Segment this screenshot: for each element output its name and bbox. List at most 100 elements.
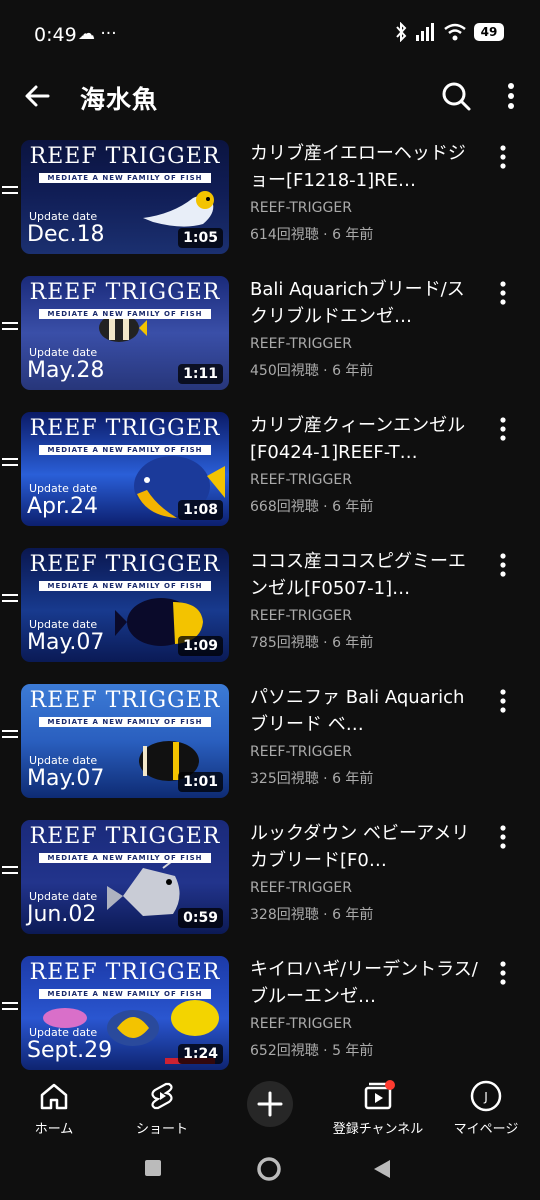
video-metadata: Bali Aquarichブリード/スクリブルドエンゼ… REEF-TRIGGE… [250,276,480,380]
svg-text:J: J [483,1090,488,1104]
video-duration-badge: 1:08 [178,500,223,520]
video-duration-badge: 0:59 [178,908,223,928]
video-more-options-icon[interactable] [494,688,512,714]
drag-handle-icon[interactable] [2,1002,18,1012]
video-duration-badge: 1:09 [178,636,223,656]
video-thumbnail[interactable]: REEF TRIGGER MEDIATE A NEW FAMILY OF FIS… [21,276,229,390]
video-title[interactable]: ココス産ココスピグミーエンゼル[F0507-1]… [250,548,480,602]
video-more-options-icon[interactable] [494,552,512,578]
video-list-item[interactable]: REEF TRIGGER MEDIATE A NEW FAMILY OF FIS… [0,274,540,392]
video-list-item[interactable]: REEF TRIGGER MEDIATE A NEW FAMILY OF FIS… [0,138,540,256]
video-duration-badge: 1:11 [178,364,223,384]
thumbnail-subtitle-text: MEDIATE A NEW FAMILY OF FISH [39,173,211,183]
thumbnail-brand-text: REEF TRIGGER [29,824,221,849]
battery-indicator: 49 [474,23,504,41]
video-more-options-icon[interactable] [494,960,512,986]
nav-you-label: マイページ [453,1122,519,1137]
video-stats: 450回視聴 · 6 年前 [250,363,374,379]
video-list-item[interactable]: REEF TRIGGER MEDIATE A NEW FAMILY OF FIS… [0,682,540,800]
nav-subscriptions[interactable]: 登録チャンネル [328,1080,428,1137]
video-list-item[interactable]: REEF TRIGGER MEDIATE A NEW FAMILY OF FIS… [0,954,540,1072]
video-metadata: キイロハギ/リーデントラス/ブルーエンゼ… REEF-TRIGGER 652回視… [250,956,480,1060]
system-navigation-bar [0,1142,540,1200]
thumbnail-date: May.07 [27,766,105,791]
channel-name: REEF-TRIGGER [250,608,352,624]
shorts-icon [151,1082,173,1110]
video-metadata: ルックダウン ベビーアメリカブリード[F0… REEF-TRIGGER 328回… [250,820,480,924]
video-stats: 614回視聴 · 6 年前 [250,227,374,243]
video-more-options-icon[interactable] [494,144,512,170]
channel-name: REEF-TRIGGER [250,1016,352,1032]
home-icon [40,1083,68,1110]
nav-shorts-label: ショート [135,1122,188,1137]
video-list-item[interactable]: REEF TRIGGER MEDIATE A NEW FAMILY OF FIS… [0,410,540,528]
more-options-icon[interactable] [496,78,526,114]
thumbnail-date: Sept.29 [27,1038,113,1063]
video-title[interactable]: パソニファ Bali Aquarichブリード ベ… [250,684,480,738]
thumbnail-brand-text: REEF TRIGGER [29,416,221,441]
nav-home-label: ホーム [34,1122,74,1137]
back-arrow-icon[interactable] [20,78,56,114]
drag-handle-icon[interactable] [2,866,18,876]
system-back-icon[interactable] [372,1158,392,1180]
drag-handle-icon[interactable] [2,730,18,740]
video-metadata: ココス産ココスピグミーエンゼル[F0507-1]… REEF-TRIGGER 7… [250,548,480,652]
thumbnail-date: May.07 [27,630,105,655]
thumbnail-subtitle-text: MEDIATE A NEW FAMILY OF FISH [39,717,211,727]
video-more-options-icon[interactable] [494,280,512,306]
channel-name: REEF-TRIGGER [250,744,352,760]
video-title[interactable]: キイロハギ/リーデントラス/ブルーエンゼ… [250,956,480,1010]
avatar-icon: J [470,1080,502,1112]
thumbnail-brand-text: REEF TRIGGER [29,688,221,713]
video-thumbnail[interactable]: REEF TRIGGER MEDIATE A NEW FAMILY OF FIS… [21,140,229,254]
nav-home[interactable]: ホーム [4,1080,104,1137]
status-right-icons: 49 [394,22,504,42]
thumbnail-date: Apr.24 [27,494,99,519]
video-title[interactable]: ルックダウン ベビーアメリカブリード[F0… [250,820,480,874]
thumbnail-brand-text: REEF TRIGGER [29,280,221,305]
nav-subscriptions-label: 登録チャンネル [332,1122,424,1137]
video-title[interactable]: カリブ産クィーンエンゼル[F0424-1]REEF-T… [250,412,480,466]
video-stats: 785回視聴 · 6 年前 [250,635,374,651]
home-circle-icon[interactable] [256,1156,282,1182]
video-title[interactable]: カリブ産イエローヘッドジョー[F1218-1]RE… [250,140,480,194]
drag-handle-icon[interactable] [2,594,18,604]
channel-name: REEF-TRIGGER [250,336,352,352]
video-stats: 325回視聴 · 6 年前 [250,771,374,787]
status-notification-icons: ☁ ··· [78,24,117,44]
status-time: 0:49 [34,24,77,46]
video-stats: 652回視聴 · 5 年前 [250,1043,374,1059]
nav-create[interactable] [220,1080,320,1132]
video-list-item[interactable]: REEF TRIGGER MEDIATE A NEW FAMILY OF FIS… [0,546,540,664]
video-thumbnail[interactable]: REEF TRIGGER MEDIATE A NEW FAMILY OF FIS… [21,956,229,1070]
video-stats: 328回視聴 · 6 年前 [250,907,374,923]
video-thumbnail[interactable]: REEF TRIGGER MEDIATE A NEW FAMILY OF FIS… [21,412,229,526]
video-list-item[interactable]: REEF TRIGGER MEDIATE A NEW FAMILY OF FIS… [0,818,540,936]
nav-shorts[interactable]: ショート [112,1080,212,1137]
video-duration-badge: 1:01 [178,772,223,792]
bottom-navigation: ホーム ショート 登録チャンネル J マイページ [0,1076,540,1142]
video-thumbnail[interactable]: REEF TRIGGER MEDIATE A NEW FAMILY OF FIS… [21,548,229,662]
bluetooth-icon [396,22,407,42]
drag-handle-icon[interactable] [2,458,18,468]
thumbnail-subtitle-text: MEDIATE A NEW FAMILY OF FISH [39,445,211,455]
drag-handle-icon[interactable] [2,322,18,332]
drag-handle-icon[interactable] [2,186,18,196]
thumbnail-subtitle-text: MEDIATE A NEW FAMILY OF FISH [39,989,211,999]
wifi-icon [444,23,466,41]
search-icon[interactable] [438,78,474,114]
video-thumbnail[interactable]: REEF TRIGGER MEDIATE A NEW FAMILY OF FIS… [21,684,229,798]
video-more-options-icon[interactable] [494,416,512,442]
recent-apps-icon[interactable] [144,1159,162,1177]
video-stats: 668回視聴 · 6 年前 [250,499,374,515]
thumbnail-subtitle-text: MEDIATE A NEW FAMILY OF FISH [39,581,211,591]
video-title[interactable]: Bali Aquarichブリード/スクリブルドエンゼ… [250,276,480,330]
channel-name: REEF-TRIGGER [250,472,352,488]
video-thumbnail[interactable]: REEF TRIGGER MEDIATE A NEW FAMILY OF FIS… [21,820,229,934]
thumbnail-date: May.28 [27,358,105,383]
video-metadata: パソニファ Bali Aquarichブリード ベ… REEF-TRIGGER … [250,684,480,788]
page-title: 海水魚 [80,85,159,114]
video-more-options-icon[interactable] [494,824,512,850]
nav-you[interactable]: J マイページ [436,1080,536,1137]
thumbnail-brand-text: REEF TRIGGER [29,960,221,985]
